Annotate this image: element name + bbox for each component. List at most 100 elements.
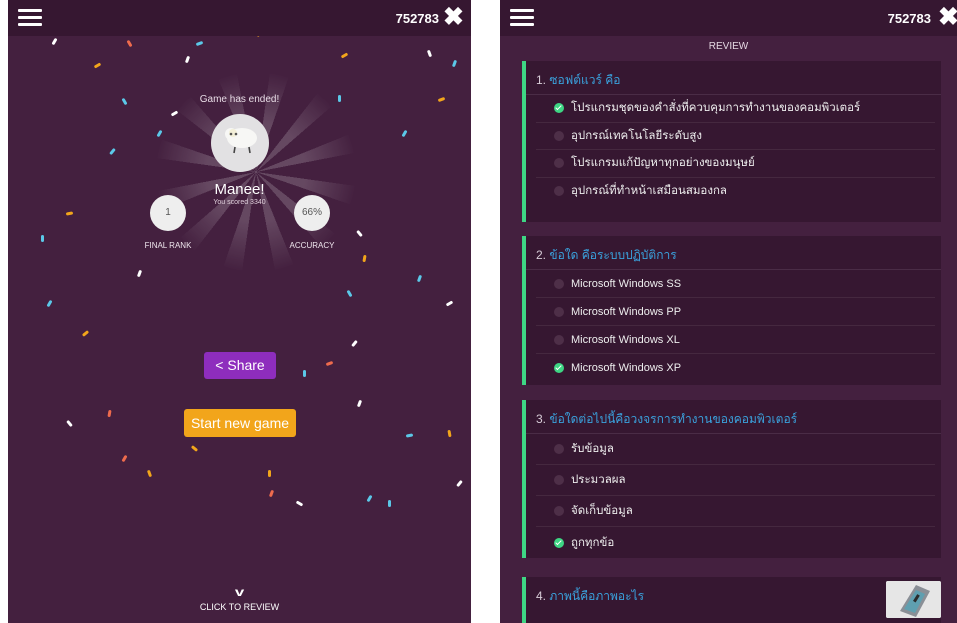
confetti-piece — [447, 429, 452, 438]
answer-row[interactable]: อุปกรณ์เทคโนโลยีระดับสูง — [536, 123, 935, 150]
confetti-piece — [325, 360, 334, 367]
answer-row[interactable]: Microsoft Windows PP — [536, 298, 935, 326]
answer-text: โปรแกรมชุดของคำสั่งที่ควบคุมการทำงานของค… — [571, 102, 861, 115]
answer-row[interactable]: ถูกทุกข้อ — [536, 527, 935, 558]
confetti-piece — [268, 489, 275, 498]
click-to-review-link[interactable]: v CLICK TO REVIEW — [8, 586, 471, 612]
close-icon[interactable]: ✖ — [443, 3, 464, 31]
accuracy-label: ACCURACY — [289, 241, 335, 250]
answer-text: ถูกทุกข้อ — [571, 536, 615, 549]
confetti-piece — [109, 147, 116, 156]
answer-row[interactable]: Microsoft Windows SS — [536, 270, 935, 298]
confetti-piece — [136, 269, 143, 278]
confetti-piece — [121, 454, 128, 463]
confetti-piece — [362, 254, 367, 263]
question-text: ภาพนี้คือภาพอะไร — [549, 589, 645, 603]
question-card: 3. ข้อใดต่อไปนี้คือวงจรการทำงานของคอมพิว… — [522, 400, 941, 558]
check-circle-icon — [554, 537, 564, 548]
top-bar: 752783 ✖ — [500, 0, 957, 36]
question-text: ซอฟต์แวร์ คือ — [549, 73, 621, 87]
check-circle-icon — [554, 103, 564, 114]
radio-dot-icon — [554, 475, 564, 485]
final-rank-label: FINAL RANK — [144, 241, 192, 250]
answer-text: รับข้อมูล — [571, 443, 614, 455]
answer-row[interactable]: รับข้อมูล — [536, 434, 935, 465]
answer-text: อุปกรณ์เทคโนโลยีระดับสูง — [571, 129, 702, 142]
confetti-piece — [445, 300, 454, 307]
confetti-piece — [351, 339, 358, 348]
confetti-piece — [195, 40, 204, 47]
confetti-piece — [268, 470, 271, 477]
close-icon[interactable]: ✖ — [938, 3, 957, 31]
radio-dot-icon — [554, 158, 564, 169]
question-card: 4. ภาพนี้คือภาพอะไร — [522, 577, 941, 623]
share-button[interactable]: < Share — [204, 352, 276, 379]
answer-row[interactable]: จัดเก็บข้อมูล — [536, 496, 935, 527]
chevron-down-icon: v — [234, 585, 245, 599]
question-header: 2. ข้อใด คือระบบปฏิบัติการ — [526, 236, 941, 270]
sheep-avatar-icon — [211, 114, 269, 172]
answer-text: ประมวลผล — [571, 474, 626, 486]
game-pin: 752783 — [887, 11, 931, 26]
game-over-screen: 752783 ✖ Game has ended! Manee! You scor… — [8, 0, 471, 623]
confetti-piece — [66, 419, 73, 428]
confetti-piece — [405, 433, 414, 438]
confetti-piece — [65, 211, 74, 216]
question-text: ข้อใดต่อไปนี้คือวงจรการทำงานของคอมพิวเตอ… — [549, 412, 798, 426]
hamburger-menu-icon[interactable] — [510, 9, 534, 27]
radio-dot-icon — [554, 130, 564, 141]
confetti-piece — [146, 469, 153, 478]
question-number: 4. — [536, 589, 547, 603]
radio-dot-icon — [554, 506, 564, 516]
question-header: 3. ข้อใดต่อไปนี้คือวงจรการทำงานของคอมพิว… — [526, 400, 941, 434]
question-header: 4. ภาพนี้คือภาพอะไร — [526, 577, 941, 611]
answer-text: Microsoft Windows PP — [571, 305, 682, 318]
confetti-piece — [184, 55, 191, 64]
answer-text: Microsoft Windows XL — [571, 333, 680, 346]
confetti-piece — [81, 330, 90, 337]
confetti-piece — [456, 479, 463, 488]
answer-row[interactable]: โปรแกรมชุดของคำสั่งที่ควบคุมการทำงานของค… — [536, 95, 935, 123]
final-rank-badge: 1 — [150, 195, 186, 231]
game-pin: 752783 — [395, 11, 439, 26]
confetti-piece — [46, 299, 53, 308]
game-ended-text: Game has ended! — [199, 94, 280, 105]
question-card: 1. ซอฟต์แวร์ คือ โปรแกรมชุดของคำสั่งที่ค… — [522, 61, 941, 222]
share-icon: < — [215, 357, 224, 373]
click-to-review-label: CLICK TO REVIEW — [199, 602, 280, 612]
question-card: 2. ข้อใด คือระบบปฏิบัติการ Microsoft Win… — [522, 236, 941, 385]
confetti-piece — [340, 52, 349, 59]
question-text: ข้อใด คือระบบปฏิบัติการ — [549, 248, 677, 262]
answer-row[interactable]: โปรแกรมแก้ปัญหาทุกอย่างของมนุษย์ — [536, 150, 935, 178]
radio-dot-icon — [554, 334, 564, 345]
review-screen: 752783 ✖ REVIEW 1. ซอฟต์แวร์ คือ โปรแกรม… — [500, 0, 957, 623]
confetti-piece — [356, 229, 363, 238]
answer-row[interactable]: Microsoft Windows XL — [536, 326, 935, 354]
answer-text: โปรแกรมแก้ปัญหาทุกอย่างของมนุษย์ — [571, 157, 755, 170]
answer-text: Microsoft Windows XP — [571, 362, 682, 374]
confetti-piece — [126, 39, 133, 48]
confetti-piece — [426, 49, 433, 58]
answer-row[interactable]: อุปกรณ์ที่ทำหน้าเสมือนสมองกล — [536, 178, 935, 206]
question-thumbnail-image — [886, 581, 941, 618]
hamburger-menu-icon[interactable] — [18, 9, 42, 27]
radio-dot-icon — [554, 278, 564, 289]
review-title: REVIEW — [708, 41, 749, 52]
confetti-piece — [51, 37, 58, 46]
confetti-piece — [401, 129, 408, 138]
answer-row[interactable]: ประมวลผล — [536, 465, 935, 496]
start-new-game-button[interactable]: Start new game — [184, 409, 296, 437]
confetti-piece — [356, 399, 363, 408]
answer-row[interactable]: Microsoft Windows XP — [536, 354, 935, 382]
confetti-piece — [388, 500, 391, 507]
confetti-piece — [416, 274, 423, 283]
answer-text: อุปกรณ์ที่ทำหน้าเสมือนสมองกล — [571, 185, 727, 198]
score-text: You scored 3340 — [213, 199, 266, 206]
top-bar: 752783 ✖ — [8, 0, 471, 36]
confetti-piece — [107, 409, 112, 418]
confetti-piece — [295, 500, 304, 507]
answer-text: Microsoft Windows SS — [571, 277, 682, 290]
confetti-piece — [451, 59, 458, 68]
confetti-piece — [93, 62, 102, 69]
confetti-piece — [366, 494, 373, 503]
